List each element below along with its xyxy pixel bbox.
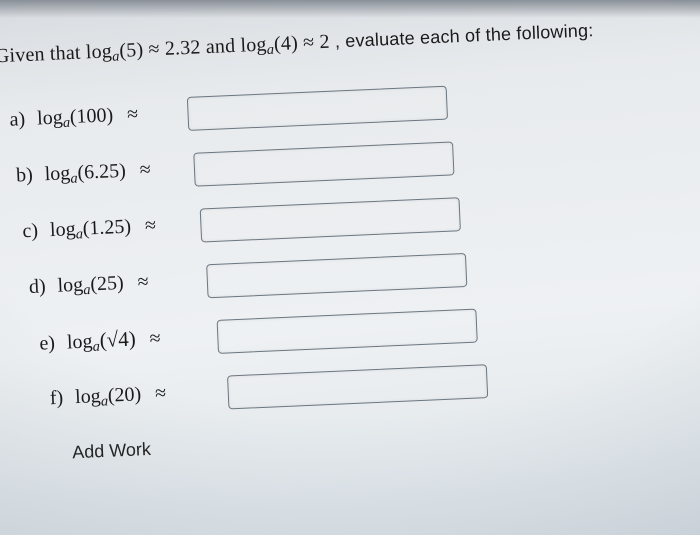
question-label-c: c) loga(1.25) ≈	[22, 213, 193, 246]
answer-input-f[interactable]	[227, 364, 488, 409]
worksheet-content: Given that loga(5) ≈ 2.32 and loga(4) ≈ …	[0, 0, 695, 486]
question-row: c) loga(1.25) ≈	[0, 188, 665, 251]
log-expression-2: loga(4)	[240, 32, 298, 56]
question-prompt: Given that loga(5) ≈ 2.32 and loga(4) ≈ …	[0, 16, 657, 71]
answer-input-c[interactable]	[200, 197, 461, 242]
answer-input-a[interactable]	[187, 85, 448, 130]
answer-input-b[interactable]	[193, 141, 454, 186]
log-expression-1: loga(5)	[85, 39, 143, 63]
question-row: b) loga(6.25) ≈	[0, 132, 662, 195]
question-label-d: d) loga(25) ≈	[28, 268, 199, 301]
answer-input-d[interactable]	[206, 253, 467, 298]
question-label-e: e) loga(√4) ≈	[39, 323, 210, 358]
sqrt-icon: (√4)	[99, 326, 136, 352]
question-label-f: f) loga(20) ≈	[49, 380, 220, 413]
answer-input-e[interactable]	[217, 308, 478, 353]
prompt-tail: , evaluate each of the following:	[329, 20, 594, 51]
prompt-prefix: Given that	[0, 41, 86, 67]
question-row: a) loga(100) ≈	[0, 76, 660, 139]
question-row: f) loga(20) ≈	[1, 356, 672, 419]
value-1: 2.32	[164, 36, 201, 60]
question-row: e) loga(√4) ≈	[0, 300, 670, 363]
question-row: d) loga(25) ≈	[0, 244, 667, 307]
question-label-a: a) loga(100) ≈	[9, 101, 180, 134]
add-work-button[interactable]: Add Work	[4, 416, 674, 466]
question-label-b: b) loga(6.25) ≈	[16, 157, 187, 190]
